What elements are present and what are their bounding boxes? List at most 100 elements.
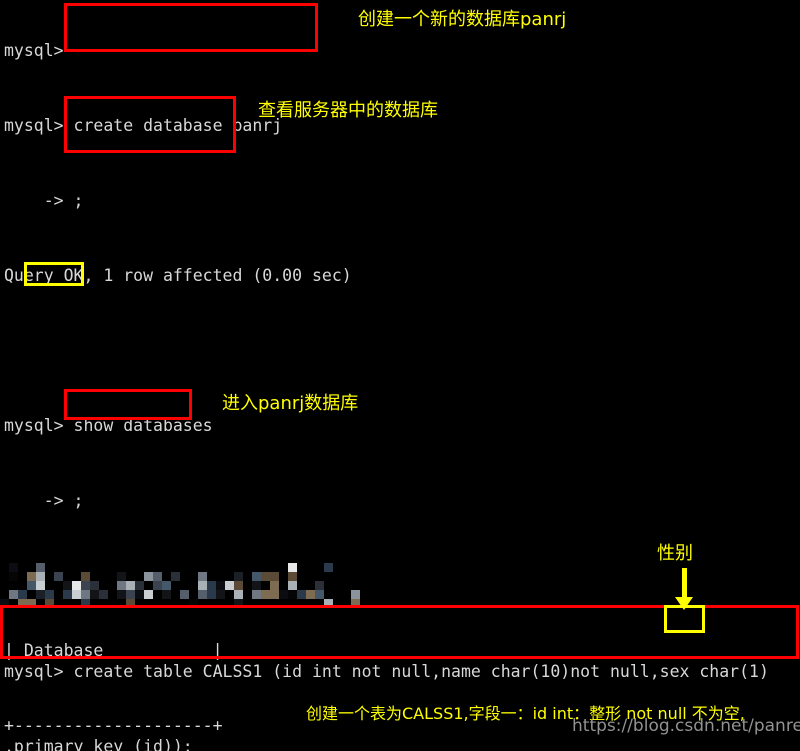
mosaic-pixel <box>126 581 135 590</box>
mosaic-pixel <box>252 581 261 590</box>
mosaic-pixel <box>189 599 198 607</box>
mosaic-pixel <box>36 572 45 581</box>
mosaic-pixel <box>234 572 243 581</box>
mosaic-pixel <box>54 563 63 572</box>
terminal-line: mysql> <box>4 41 64 60</box>
mosaic-pixel <box>351 581 360 590</box>
mosaic-pixel <box>81 563 90 572</box>
mosaic-pixel <box>189 572 198 581</box>
mosaic-pixel <box>225 581 234 590</box>
mosaic-pixel <box>261 572 270 581</box>
mosaic-pixel <box>360 572 369 581</box>
mosaic-pixel <box>108 581 117 590</box>
mosaic-pixel <box>135 563 144 572</box>
mosaic-pixel <box>207 581 216 590</box>
mosaic-pixel <box>306 563 315 572</box>
mosaic-pixel <box>180 581 189 590</box>
mosaic-pixel <box>54 590 63 599</box>
annotation-sex-label: 性别 <box>657 543 693 564</box>
mosaic-pixel <box>351 572 360 581</box>
mosaic-pixel <box>306 590 315 599</box>
mosaic-pixel <box>216 572 225 581</box>
mosaic-pixel <box>198 581 207 590</box>
mosaic-pixel <box>54 599 63 607</box>
mosaic-pixel <box>261 563 270 572</box>
mosaic-pixel <box>342 599 351 607</box>
mosaic-pixel <box>315 590 324 599</box>
mosaic-pixel <box>315 581 324 590</box>
mosaic-pixel <box>9 572 18 581</box>
csdn-watermark: https://blog.csdn.net/panrenjun <box>572 716 800 736</box>
mosaic-pixel <box>99 599 108 607</box>
mosaic-pixel <box>126 590 135 599</box>
mosaic-pixel <box>81 572 90 581</box>
mosaic-pixel <box>90 572 99 581</box>
mosaic-pixel <box>360 590 369 599</box>
mosaic-pixel <box>108 590 117 599</box>
mosaic-pixel <box>288 563 297 572</box>
mosaic-pixel <box>0 563 9 572</box>
mosaic-pixel <box>171 563 180 572</box>
mosaic-pixel <box>369 563 378 572</box>
terminal-line: -> ; <box>4 191 84 210</box>
annotation-create-database: 创建一个新的数据库panrj <box>358 9 567 30</box>
mosaic-pixel <box>180 599 189 607</box>
mosaic-pixel <box>90 563 99 572</box>
mosaic-pixel <box>333 563 342 572</box>
mosaic-pixel <box>144 572 153 581</box>
mosaic-pixel <box>45 563 54 572</box>
mosaic-pixel <box>171 590 180 599</box>
mosaic-pixel <box>81 599 90 607</box>
mosaic-pixel <box>180 572 189 581</box>
mosaic-pixel <box>306 572 315 581</box>
mosaic-pixel <box>72 581 81 590</box>
mosaic-pixel <box>162 572 171 581</box>
mosaic-pixel <box>270 581 279 590</box>
mosaic-pixel <box>63 599 72 607</box>
mosaic-pixel <box>279 590 288 599</box>
mosaic-pixel <box>72 590 81 599</box>
mosaic-pixel <box>180 563 189 572</box>
mosaic-pixel <box>324 572 333 581</box>
mosaic-pixel <box>270 563 279 572</box>
mosaic-pixel <box>216 563 225 572</box>
mosaic-pixel <box>126 572 135 581</box>
mosaic-pixel <box>270 590 279 599</box>
mosaic-pixel <box>288 581 297 590</box>
mosaic-pixel <box>108 599 117 607</box>
mosaic-pixel <box>63 581 72 590</box>
mosaic-pixel <box>9 590 18 599</box>
mosaic-pixel <box>189 581 198 590</box>
mosaic-pixel <box>369 581 378 590</box>
mosaic-pixel <box>117 590 126 599</box>
mosaic-pixel <box>261 590 270 599</box>
mosaic-pixel <box>180 590 189 599</box>
mosaic-pixel <box>261 599 270 607</box>
mosaic-pixel <box>81 581 90 590</box>
mosaic-pixel <box>351 563 360 572</box>
mosaic-pixel <box>360 563 369 572</box>
mosaic-pixel <box>351 590 360 599</box>
mosaic-pixel <box>297 590 306 599</box>
mosaic-pixel <box>198 599 207 607</box>
mosaic-pixel <box>135 572 144 581</box>
mosaic-pixel <box>270 572 279 581</box>
mosaic-pixel <box>252 572 261 581</box>
mosaic-pixel <box>225 590 234 599</box>
mosaic-pixel <box>135 590 144 599</box>
mosaic-pixel <box>36 563 45 572</box>
mosaic-pixel <box>279 572 288 581</box>
mosaic-pixel <box>162 599 171 607</box>
mosaic-pixel <box>18 581 27 590</box>
mosaic-pixel <box>324 563 333 572</box>
mosaic-pixel <box>189 590 198 599</box>
mosaic-pixel <box>315 599 324 607</box>
mosaic-pixel <box>117 563 126 572</box>
mosaic-pixel <box>153 590 162 599</box>
mosaic-pixel <box>108 563 117 572</box>
mosaic-pixel <box>297 581 306 590</box>
terminal-screenshot: mysql> mysql> create database panrj -> ;… <box>0 0 800 751</box>
mosaic-pixel <box>36 581 45 590</box>
mosaic-pixel <box>333 599 342 607</box>
mosaic-pixel <box>27 572 36 581</box>
